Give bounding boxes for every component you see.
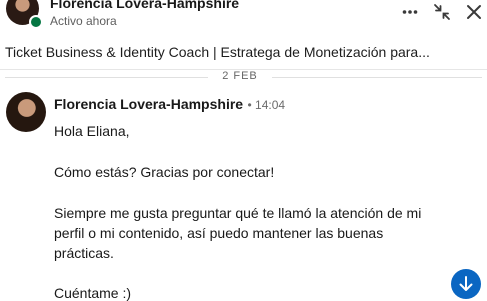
message-line: prácticas. — [54, 245, 114, 261]
close-conversation-button[interactable] — [459, 0, 487, 24]
arrow-down-icon — [459, 276, 473, 291]
date-divider-line-right — [272, 77, 482, 78]
online-status-indicator — [29, 15, 43, 29]
message-line: perfil o mi contenido, así puedo mantene… — [54, 225, 384, 241]
ellipsis-icon — [402, 10, 418, 14]
profile-headline-area: Ticket Business & Identity Coach | Estra… — [0, 31, 487, 70]
header-presence-status: Activo ahora — [50, 14, 117, 28]
header-contact-name[interactable]: Florencia Lovera-Hampshire — [50, 0, 239, 11]
message-sender-row: Florencia Lovera-Hampshire • 14:04 — [54, 96, 285, 114]
collapse-arrows-icon — [434, 4, 450, 20]
conversation-header: Florencia Lovera-Hampshire Activo ahora — [0, 0, 487, 32]
more-options-button[interactable] — [395, 0, 425, 24]
scroll-to-latest-button[interactable] — [451, 269, 481, 299]
date-divider-line-left — [5, 77, 208, 78]
message-line: Cuéntame :) — [54, 285, 132, 301]
date-divider: 2 FEB — [0, 69, 487, 85]
message-line: Cómo estás? Gracias por conectar! — [54, 164, 275, 180]
message-timestamp: • 14:04 — [247, 98, 286, 112]
date-divider-label: 2 FEB — [222, 70, 258, 82]
sender-name[interactable]: Florencia Lovera-Hampshire — [54, 96, 243, 112]
profile-headline: Ticket Business & Identity Coach | Estra… — [5, 44, 430, 60]
sender-avatar[interactable] — [6, 92, 46, 132]
message-line: Siempre me gusta preguntar qué te llamó … — [54, 205, 422, 221]
close-icon — [467, 5, 481, 19]
message-line: Hola Eliana, — [54, 123, 130, 139]
minimize-conversation-button[interactable] — [427, 0, 457, 24]
